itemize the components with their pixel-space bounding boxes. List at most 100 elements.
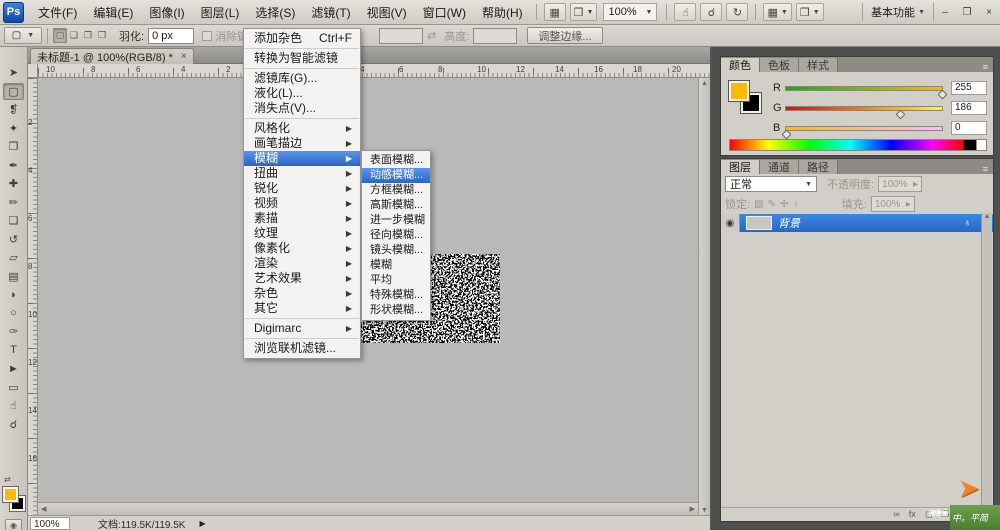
view-extras-icon[interactable]: ❐▼ (570, 3, 598, 21)
minimize-button[interactable]: – (936, 4, 954, 20)
menu-item-渲染[interactable]: 渲染▶ (244, 256, 360, 271)
lasso-tool[interactable]: ❡ (3, 101, 24, 118)
path-selection-tool[interactable]: ► (3, 360, 24, 377)
slider-track-B[interactable] (785, 126, 943, 131)
workspace-switcher[interactable]: 基本功能 ▼ (862, 3, 934, 21)
opacity-input[interactable]: 100% ▸ (878, 176, 922, 192)
add-selection-icon[interactable]: ❏ (67, 28, 81, 43)
lock-all-icon[interactable]: ♁ (792, 199, 800, 210)
menu-item-进一步模糊[interactable]: 进一步模糊 (362, 213, 430, 228)
height-input[interactable] (473, 28, 517, 44)
menubar-item[interactable]: 帮助(H) (474, 0, 531, 25)
horizontal-scrollbar[interactable]: ◀▶ (38, 502, 698, 515)
clone-stamp-tool[interactable]: ❏ (3, 212, 24, 229)
slider-track-R[interactable] (785, 86, 943, 91)
blend-mode-select[interactable]: 正常 ▼ (725, 176, 817, 192)
menubar-item[interactable]: 滤镜(T) (303, 0, 358, 25)
menu-item-Digimarc[interactable]: Digimarc▶ (244, 321, 360, 336)
menu-item-画笔描边[interactable]: 画笔描边▶ (244, 136, 360, 151)
gradient-tool[interactable]: ▤ (3, 268, 24, 285)
close-button[interactable]: × (980, 4, 998, 20)
zoom-tool[interactable]: ☌ (3, 416, 24, 433)
quick-mask-button[interactable]: ◉ (5, 519, 22, 530)
zoom-level-box[interactable]: 100% ▼ (603, 3, 657, 21)
antialias-checkbox[interactable] (202, 31, 212, 41)
menu-item-消失点V[interactable]: 消失点(V)... (244, 101, 360, 116)
menubar-item[interactable]: 图层(L) (193, 0, 248, 25)
shape-tool[interactable]: ▭ (3, 379, 24, 396)
menu-item-纹理[interactable]: 纹理▶ (244, 226, 360, 241)
menubar-item[interactable]: 视图(V) (359, 0, 415, 25)
rectangular-marquee-tool[interactable]: ▢ (3, 83, 24, 100)
pen-tool[interactable]: ✑ (3, 323, 24, 340)
channel-value-input[interactable]: 0 (951, 121, 987, 135)
menubar-item[interactable]: 图像(I) (141, 0, 192, 25)
tab-close-icon[interactable]: × (181, 51, 187, 62)
slider-thumb[interactable] (938, 89, 948, 99)
zoom-tool-icon[interactable]: ☌ (700, 3, 722, 21)
layer-row-background[interactable]: ◉ 背景 ♁ (721, 214, 993, 232)
status-menu-arrow[interactable]: ▶ (199, 519, 205, 528)
swap-dimensions-icon[interactable]: ⇄ (427, 29, 436, 42)
menu-item-平均[interactable]: 平均 (362, 273, 430, 288)
quick-selection-tool[interactable]: ✦ (3, 120, 24, 137)
panel-menu-icon[interactable]: ≡ (978, 164, 993, 174)
width-input[interactable] (379, 28, 423, 44)
hand-tool-icon[interactable]: ☝ (674, 3, 696, 21)
feather-input[interactable]: 0 px (148, 28, 194, 44)
eyedropper-tool[interactable]: ✒ (3, 157, 24, 174)
new-selection-icon[interactable]: ▢ (53, 28, 67, 43)
rotate-view-icon[interactable]: ↻ (726, 3, 748, 21)
slider-thumb[interactable] (895, 109, 905, 119)
slider-track-G[interactable] (785, 106, 943, 111)
menu-item-动感模糊[interactable]: 动感模糊... (362, 168, 430, 183)
menu-item-模糊[interactable]: 模糊▶ (244, 151, 360, 166)
screen-mode-icon[interactable]: ❒▼ (796, 3, 824, 21)
menu-item-添加杂色[interactable]: 添加杂色Ctrl+F (244, 31, 360, 46)
move-tool[interactable]: ➤ (3, 64, 24, 81)
vertical-scrollbar[interactable]: ▲▼ (698, 78, 710, 516)
document-tab[interactable]: 未标题-1 @ 100%(RGB/8) * × (30, 48, 194, 64)
layers-panel-tab-通道[interactable]: 通道 (760, 160, 799, 174)
link-layers-icon[interactable]: ∞ (893, 509, 899, 521)
menu-item-扭曲[interactable]: 扭曲▶ (244, 166, 360, 181)
color-panel-tab-样式[interactable]: 样式 (799, 58, 838, 72)
layers-panel-tab-图层[interactable]: 图层 (721, 160, 760, 174)
menu-item-浏览联机滤镜[interactable]: 浏览联机滤镜... (244, 341, 360, 356)
menubar-item[interactable]: 窗口(W) (415, 0, 474, 25)
menu-item-锐化[interactable]: 锐化▶ (244, 181, 360, 196)
restore-button[interactable]: ❐ (958, 4, 976, 20)
status-zoom-input[interactable]: 100% (30, 517, 70, 530)
refine-edge-button[interactable]: 调整边缘... (527, 27, 602, 44)
menu-item-液化L[interactable]: 液化(L)... (244, 86, 360, 101)
channel-value-input[interactable]: 186 (951, 101, 987, 115)
menu-item-杂色[interactable]: 杂色▶ (244, 286, 360, 301)
layer-thumbnail[interactable] (746, 216, 772, 230)
menu-item-转换为智能滤镜[interactable]: 转换为智能滤镜 (244, 51, 360, 66)
channel-value-input[interactable]: 255 (951, 81, 987, 95)
panel-menu-icon[interactable]: ≡ (978, 62, 993, 72)
layers-panel-tab-路径[interactable]: 路径 (799, 160, 838, 174)
color-panel-tab-颜色[interactable]: 颜色 (721, 58, 760, 72)
menu-item-径向模糊[interactable]: 径向模糊... (362, 228, 430, 243)
layers-scrollbar[interactable]: ▲ (981, 213, 992, 505)
intersect-selection-icon[interactable]: ❒ (95, 28, 109, 43)
menu-item-滤镜库G[interactable]: 滤镜库(G)... (244, 71, 360, 86)
menu-item-表面模糊[interactable]: 表面模糊... (362, 153, 430, 168)
crop-tool[interactable]: ❒ (3, 138, 24, 155)
menu-item-镜头模糊[interactable]: 镜头模糊... (362, 243, 430, 258)
color-spectrum-ramp[interactable] (729, 139, 987, 151)
blur-tool[interactable]: ◗ (3, 286, 24, 303)
menubar-item[interactable]: 编辑(E) (85, 0, 141, 25)
color-panel-tab-色板[interactable]: 色板 (760, 58, 799, 72)
layer-style-icon[interactable]: fx (909, 509, 916, 521)
type-tool[interactable]: T (3, 342, 24, 359)
foreground-color-swatch[interactable] (3, 487, 18, 502)
foreground-color-swatch[interactable] (729, 81, 749, 101)
menu-item-艺术效果[interactable]: 艺术效果▶ (244, 271, 360, 286)
history-brush-tool[interactable]: ↺ (3, 231, 24, 248)
menu-item-视频[interactable]: 视频▶ (244, 196, 360, 211)
hand-tool[interactable]: ☝ (3, 397, 24, 414)
lock-position-icon[interactable]: ✛ (780, 199, 788, 210)
menu-item-形状模糊[interactable]: 形状模糊... (362, 303, 430, 318)
